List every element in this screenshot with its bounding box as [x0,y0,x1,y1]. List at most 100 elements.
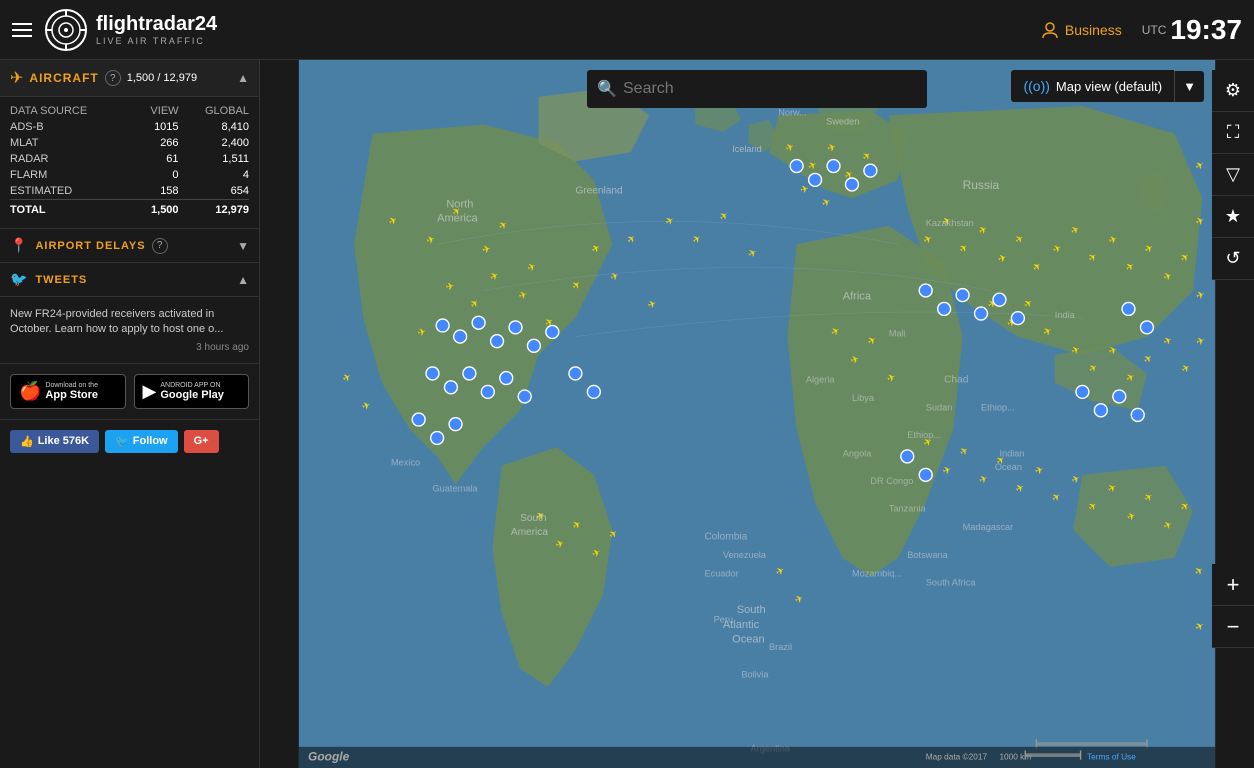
location-icon: 📍 [10,237,27,254]
svg-text:DR Congo: DR Congo [870,476,913,486]
aircraft-icon: ✈ [10,68,23,88]
view-count: 0 [134,167,179,183]
android-icon: ▶ [143,381,157,402]
svg-text:India: India [1055,310,1076,320]
svg-text:Ocean: Ocean [732,634,765,646]
map-view-label: Map view (default) [1056,79,1162,94]
svg-text:Madagascar: Madagascar [963,522,1014,532]
app-store-button[interactable]: 🍎 Download on the App Store [10,374,126,409]
source-name: FLARM [10,167,134,183]
fullscreen-button[interactable]: ⛶ [1212,112,1254,154]
world-map-svg: ✈ ✈ ✈ ✈ ✈ ✈ ✈ ✈ ✈ ✈ ✈ ✈ ✈ ✈ ✈ ✈ ✈ ✈ ✈ [260,60,1254,768]
svg-text:Norw...: Norw... [778,107,807,117]
view-count: 266 [134,135,179,151]
view-count: 61 [134,151,179,167]
svg-text:Mali: Mali [889,329,906,339]
svg-text:Angola: Angola [843,448,873,458]
tweets-header[interactable]: 🐦 TWEETS ▲ [0,263,259,297]
global-count: 654 [179,183,249,200]
source-name: RADAR [10,151,134,167]
app-buttons: 🍎 Download on the App Store ▶ ANDROID AP… [0,364,259,420]
svg-text:South: South [737,604,766,616]
table-row: FLARM 0 4 [10,167,249,183]
facebook-like-label: Like 576K [38,435,89,447]
airport-delays-header[interactable]: 📍 AIRPORT DELAYS ? ▼ [0,229,259,263]
svg-text:Map data ©2017: Map data ©2017 [926,752,988,762]
total-global: 12,979 [179,200,249,219]
svg-text:Chad: Chad [944,375,968,386]
google-plus-label: G+ [194,435,209,447]
filter-button[interactable]: ▽ [1212,154,1254,196]
svg-text:Sudan: Sudan [926,402,953,412]
twitter-follow-label: Follow [133,435,168,447]
business-link[interactable]: Business [1041,21,1122,39]
svg-text:Google: Google [308,750,350,764]
table-row: ESTIMATED 158 654 [10,183,249,200]
sidebar: ✈ AIRCRAFT ? 1,500 / 12,979 ▲ DATA SOURC… [0,60,260,768]
table-row: RADAR 61 1,511 [10,151,249,167]
svg-text:Sweden: Sweden [826,117,859,127]
apple-icon: 🍎 [19,381,41,402]
aircraft-label: AIRCRAFT [29,71,98,85]
google-play-button[interactable]: ▶ ANDROID APP ON Google Play [134,374,250,409]
svg-text:North: North [446,199,473,211]
source-name: ADS-B [10,119,134,135]
zoom-controls: + − [1212,564,1254,648]
aircraft-section-header[interactable]: ✈ AIRCRAFT ? 1,500 / 12,979 ▲ [0,60,259,97]
fb-icon: 👍 [20,435,34,448]
svg-text:Indian: Indian [999,448,1024,458]
map-search-bar: 🔍 [587,70,927,108]
svg-text:Africa: Africa [843,291,872,303]
col-header-global: GLOBAL [179,103,249,119]
svg-text:Peru: Peru [714,614,733,624]
settings-button[interactable]: ⚙ [1212,70,1254,112]
twitter-follow-button[interactable]: 🐦 Follow [105,430,178,453]
header: flightradar24 LIVE AIR TRAFFIC Business … [0,0,1254,60]
airport-delays-help-icon[interactable]: ? [152,238,168,254]
svg-text:Libya: Libya [852,393,875,403]
svg-text:Mozambiq...: Mozambiq... [852,568,902,578]
user-icon [1041,21,1059,39]
search-icon: 🔍 [597,79,617,99]
zoom-in-button[interactable]: + [1212,564,1254,606]
tweet-text: New FR24-provided receivers activated in… [10,307,249,338]
google-play-large-text: Google Play [160,389,224,401]
svg-text:Tanzania: Tanzania [889,504,927,514]
svg-text:Ethiop...: Ethiop... [981,402,1015,412]
view-count: 158 [134,183,179,200]
svg-text:Ocean: Ocean [995,462,1022,472]
svg-text:Guatemala: Guatemala [433,483,479,493]
aircraft-count: 1,500 / 12,979 [127,72,197,84]
right-toolbar: ⚙ ⛶ ▽ ★ ↺ [1212,70,1254,280]
svg-text:America: America [511,527,549,538]
app-store-small-text: Download on the [45,382,98,389]
svg-text:Venezuela: Venezuela [723,550,767,560]
total-label: TOTAL [10,200,134,219]
favorites-button[interactable]: ★ [1212,196,1254,238]
svg-text:South Africa: South Africa [926,577,977,587]
map-background: ✈ ✈ ✈ ✈ ✈ ✈ ✈ ✈ ✈ ✈ ✈ ✈ ✈ ✈ ✈ ✈ ✈ ✈ ✈ [260,60,1254,768]
svg-text:Bolivia: Bolivia [741,670,769,680]
map-area[interactable]: ✈ ✈ ✈ ✈ ✈ ✈ ✈ ✈ ✈ ✈ ✈ ✈ ✈ ✈ ✈ ✈ ✈ ✈ ✈ [260,60,1254,768]
search-input[interactable] [587,70,927,108]
svg-text:Iceland: Iceland [732,144,762,154]
global-count: 8,410 [179,119,249,135]
global-count: 4 [179,167,249,183]
total-row: TOTAL 1,500 12,979 [10,200,249,219]
zoom-out-button[interactable]: − [1212,606,1254,648]
map-view-button[interactable]: ((o)) Map view (default) [1011,70,1174,102]
twitter-bird-icon: 🐦 [115,435,129,448]
svg-text:Ecuador: Ecuador [704,568,738,578]
aircraft-help-icon[interactable]: ? [105,70,121,86]
refresh-button[interactable]: ↺ [1212,238,1254,280]
google-plus-button[interactable]: G+ [184,430,219,453]
facebook-like-button[interactable]: 👍 Like 576K [10,430,99,453]
svg-text:Brazil: Brazil [769,642,792,652]
logo-icon [44,8,88,52]
logo-brand: flightradar24 [96,13,217,36]
map-view-chevron-button[interactable]: ▼ [1174,71,1204,102]
svg-text:Mexico: Mexico [391,458,420,468]
hamburger-menu[interactable] [12,23,32,37]
global-count: 2,400 [179,135,249,151]
airport-delays-label: AIRPORT DELAYS [35,240,145,252]
